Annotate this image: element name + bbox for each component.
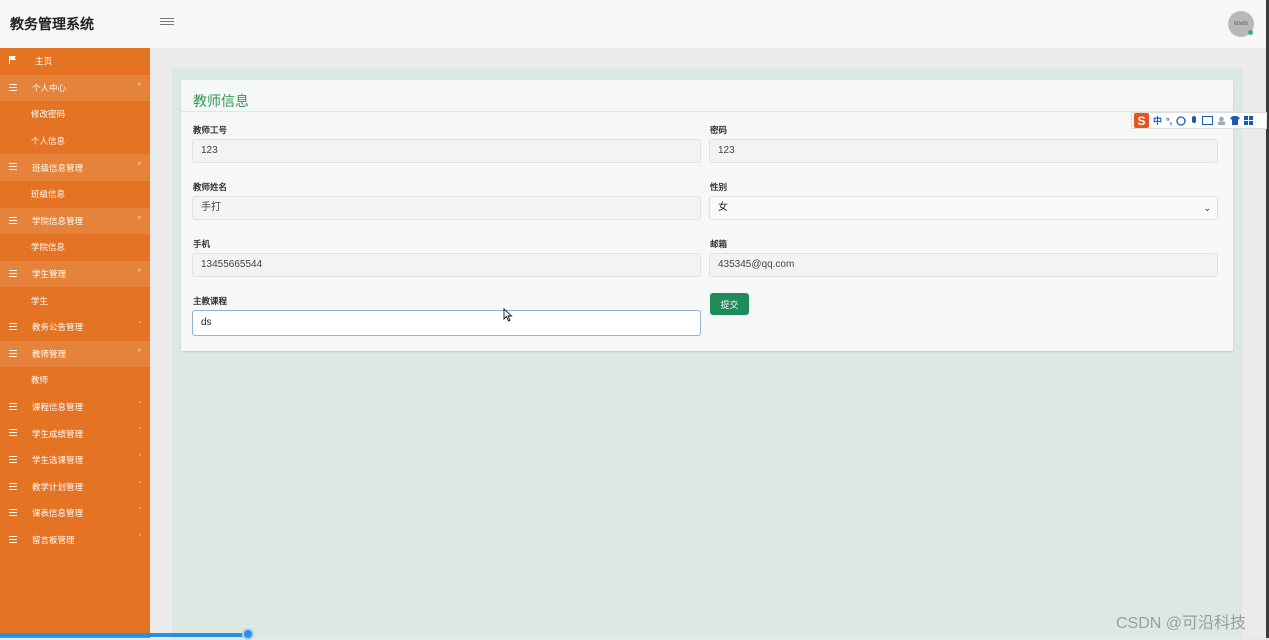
sidebar-item-label: 教务公告管理 — [32, 322, 84, 333]
ime-punct-label[interactable]: °, — [1166, 116, 1172, 126]
emoji-icon[interactable] — [1176, 115, 1186, 126]
sidebar-item[interactable]: 学生成绩管理 ˇ — [0, 420, 150, 447]
card-divider — [181, 111, 1233, 112]
chevron-down-icon: ˇ — [138, 534, 141, 542]
microphone-icon[interactable] — [1190, 115, 1198, 126]
sidebar-item-label: 学院信息管理 — [32, 215, 84, 226]
list-icon — [9, 429, 17, 438]
watermark: CSDN @可沿科技 — [1116, 615, 1247, 632]
user-icon[interactable] — [1217, 116, 1226, 125]
list-icon — [9, 83, 17, 93]
chevron-down-icon: ˇ — [138, 321, 141, 329]
sidebar-item-label: 教师管理 — [32, 348, 67, 359]
sidebar-item-label: 学生成绩管理 — [32, 428, 84, 439]
gender-label: 性别 — [710, 182, 728, 192]
sidebar-item-home[interactable]: 主页 — [0, 48, 150, 75]
sidebar-item[interactable]: 课表信息管理 ˇ — [0, 500, 150, 527]
sidebar-item[interactable]: 教务公告管理 ˇ — [0, 313, 150, 341]
chevron-up-icon: ^ — [137, 268, 141, 276]
sidebar-item-label: 学生选课管理 — [32, 455, 84, 466]
chevron-down-icon: ˇ — [138, 508, 141, 516]
sidebar-item[interactable]: 教师管理 ^ — [0, 340, 150, 368]
sidebar-item[interactable]: 个人中心 ^ — [0, 74, 150, 102]
course-input[interactable]: ds — [192, 310, 701, 336]
sidebar-subitem[interactable]: 学生 — [0, 287, 150, 314]
chevron-down-icon: ˇ — [138, 428, 141, 436]
sidebar-item-label: 课表信息管理 — [32, 508, 84, 519]
chevron-down-icon: ⌄ — [1203, 203, 1211, 213]
list-icon — [9, 509, 17, 518]
sidebar-item-label: 学生管理 — [32, 269, 67, 280]
sidebar-item[interactable]: 课程信息管理 ˇ — [0, 393, 150, 421]
list-icon — [9, 269, 17, 279]
sidebar-item[interactable]: 教学计划管理 ˇ — [0, 473, 150, 501]
menu-toggle-icon[interactable] — [160, 16, 174, 30]
list-icon — [9, 216, 17, 226]
sidebar-item[interactable]: 留言板管理 ˇ — [0, 526, 150, 554]
flag-icon — [9, 56, 16, 64]
teacher-id-input[interactable]: 123 — [192, 139, 701, 163]
chevron-up-icon: ^ — [137, 162, 141, 170]
progress-handle[interactable] — [242, 628, 254, 640]
chevron-down-icon: ˇ — [138, 454, 141, 462]
password-label: 密码 — [710, 125, 728, 135]
card-title: 教师信息 — [193, 93, 249, 109]
sidebar-item-label: 个人中心 — [32, 82, 67, 93]
online-status-dot — [1248, 30, 1253, 35]
sidebar-item-label: 主页 — [35, 56, 53, 67]
sidebar-subitem[interactable]: 教师 — [0, 367, 150, 394]
sidebar-item[interactable]: 班级信息管理 ^ — [0, 154, 150, 181]
grid-icon[interactable] — [1244, 116, 1254, 125]
shirt-icon[interactable] — [1230, 116, 1241, 125]
sidebar: 主页 个人中心 ^ 修改密码 个人信息 班级信息管理 ^ 班级信息 学院信息管理 ^ 学院信息 学生… — [0, 48, 150, 638]
sidebar-item-label: 留言板管理 — [32, 534, 75, 545]
chevron-up-icon: ^ — [137, 215, 141, 223]
list-icon — [9, 322, 17, 332]
submit-button[interactable]: 提交 — [710, 293, 749, 315]
sidebar-item[interactable]: 学生选课管理 ˇ — [0, 446, 150, 474]
chevron-down-icon: ˇ — [138, 401, 141, 409]
list-icon — [9, 349, 17, 359]
chevron-down-icon: ˇ — [138, 481, 141, 489]
sidebar-subitem[interactable]: 个人信息 — [0, 127, 150, 155]
gender-selected-value: 女 — [718, 202, 728, 213]
sidebar-item[interactable]: 学院信息管理 ^ — [0, 207, 150, 235]
list-icon — [9, 455, 17, 465]
chevron-up-icon: ^ — [137, 82, 141, 90]
teacher-name-label: 教师姓名 — [193, 182, 228, 192]
sidebar-item-label: 班级信息管理 — [32, 162, 84, 173]
ime-toolbar[interactable]: S 中 °, — [1131, 112, 1267, 129]
course-label: 主教课程 — [193, 296, 228, 306]
email-label: 邮箱 — [710, 239, 728, 249]
sidebar-item-label: 课程信息管理 — [32, 402, 84, 413]
sidebar-item-label: 教学计划管理 — [32, 481, 84, 492]
app-title: 教务管理系统 — [10, 16, 94, 32]
sogou-logo-icon: S — [1134, 113, 1149, 128]
gender-select[interactable]: 女 ⌄ — [709, 196, 1218, 220]
list-icon — [9, 482, 17, 492]
list-icon — [9, 163, 17, 172]
sidebar-subitem[interactable]: 班级信息 — [0, 180, 150, 208]
password-input[interactable]: 123 — [709, 139, 1218, 163]
sidebar-subitem[interactable]: 修改密码 — [0, 101, 150, 128]
mouse-cursor-icon — [503, 308, 513, 322]
phone-input[interactable]: 13455665544 — [192, 253, 701, 277]
top-bar: 教务管理系统 60x60 — [0, 0, 1266, 48]
progress-bar — [0, 633, 248, 637]
phone-label: 手机 — [193, 239, 211, 249]
sidebar-item[interactable]: 学生管理 ^ — [0, 260, 150, 288]
ime-mode-label[interactable]: 中 — [1153, 114, 1162, 127]
keyboard-icon[interactable] — [1202, 116, 1214, 125]
chevron-up-icon: ^ — [137, 348, 141, 356]
teacher-id-label: 教师工号 — [193, 125, 228, 135]
email-input[interactable]: 435345@qq.com — [709, 253, 1218, 277]
teacher-info-card: 教师信息 教师工号 123 密码 123 教师姓名 手打 性别 女 ⌄ 手机 1… — [181, 80, 1233, 351]
sidebar-subitem[interactable]: 学院信息 — [0, 234, 150, 261]
list-icon — [9, 535, 17, 545]
teacher-name-input[interactable]: 手打 — [192, 196, 701, 220]
list-icon — [9, 402, 17, 412]
